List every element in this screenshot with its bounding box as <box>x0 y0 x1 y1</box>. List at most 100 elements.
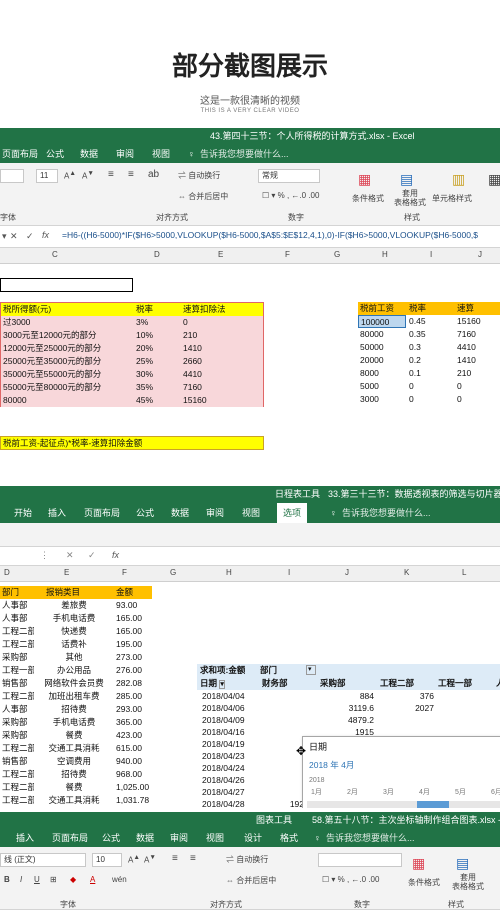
tax-cell[interactable]: 3% <box>134 316 181 329</box>
expense-cell[interactable]: 人事部 <box>0 599 34 612</box>
salary-cell[interactable]: 100000 <box>358 315 406 328</box>
align-top-icon[interactable]: ≡ <box>172 853 178 864</box>
cond-format-button[interactable]: 条件格式 <box>352 193 384 204</box>
tab-review[interactable]: 审阅 <box>206 503 224 523</box>
cell-style-button[interactable]: 单元格样式 <box>432 193 472 204</box>
col-header[interactable]: E <box>64 568 69 577</box>
tab-page-layout[interactable]: 页面布局 <box>2 145 38 163</box>
expense-cell[interactable]: 销售部 <box>0 677 34 690</box>
expense-cell[interactable]: 办公用品 <box>36 664 110 677</box>
font-name-box[interactable] <box>0 169 24 183</box>
tab-insert[interactable]: 插入 <box>16 829 34 847</box>
tax-header-cell[interactable]: 税所得额(元) <box>1 303 133 316</box>
italic-icon[interactable]: I <box>20 875 22 884</box>
tab-data[interactable]: 数据 <box>80 145 98 163</box>
expense-cell[interactable]: 差旅费 <box>36 599 110 612</box>
pivot-dept-header[interactable]: 财务部 <box>260 677 288 690</box>
align-top-icon[interactable]: ≡ <box>108 169 114 180</box>
tax-cell[interactable]: 过3000 <box>1 316 133 329</box>
salary-cell[interactable]: 4410 <box>455 341 500 354</box>
expense-cell[interactable]: 工程二部 <box>0 794 34 807</box>
grow-font-icon[interactable]: A▲ <box>64 170 76 181</box>
col-header[interactable]: K <box>404 568 409 577</box>
number-format-select[interactable]: 常规 <box>258 169 320 183</box>
salary-cell[interactable]: 80000 <box>358 328 406 341</box>
expense-cell[interactable]: 940.00 <box>114 755 152 768</box>
timeline-month-label[interactable]: 3月 <box>381 787 394 800</box>
timeline-slicer[interactable]: 日期 2018 年 4月 2018 1月 2月 3月 4月 5月 6月 <box>302 736 500 808</box>
expense-cell[interactable]: 968.00 <box>114 768 152 781</box>
tax-cell[interactable]: 55000元至80000元的部分 <box>1 381 133 394</box>
close-icon[interactable]: ✕ <box>66 550 74 561</box>
tax-cell[interactable]: 0 <box>181 316 261 329</box>
border-icon[interactable]: ⊞ <box>50 875 57 884</box>
tell-me-input[interactable]: 告诉我您想要做什么... <box>326 829 415 847</box>
table-format-button[interactable]: 套用 表格格式 <box>452 873 484 891</box>
pivot-row-label[interactable]: 日期 ▾ <box>198 677 225 690</box>
expense-cell[interactable]: 手机电话费 <box>36 716 110 729</box>
expense-cell[interactable]: 加班出租车费 <box>36 690 110 703</box>
expense-cell[interactable]: 工程二部 <box>0 742 34 755</box>
phonetic-icon[interactable]: wén <box>112 875 127 884</box>
col-header[interactable]: I <box>430 250 432 259</box>
filter-dropdown-icon[interactable]: ▾ <box>219 680 225 689</box>
tax-cell[interactable]: 7160 <box>181 381 261 394</box>
expense-cell[interactable]: 采购部 <box>0 716 34 729</box>
salary-header-cell[interactable]: 速算 <box>455 302 500 315</box>
col-header[interactable]: D <box>154 250 160 259</box>
tax-cell[interactable]: 210 <box>181 329 261 342</box>
tab-format[interactable]: 格式 <box>280 829 298 847</box>
expense-cell[interactable]: 其他 <box>36 651 110 664</box>
expense-cell[interactable]: 1,031.78 <box>114 794 152 807</box>
font-color-icon[interactable]: A <box>90 875 95 884</box>
salary-header-cell[interactable]: 税前工资 <box>358 302 406 315</box>
expense-cell[interactable]: 采购部 <box>0 651 34 664</box>
close-icon[interactable]: ✕ <box>10 231 18 242</box>
tab-view[interactable]: 视图 <box>152 145 170 163</box>
expense-cell[interactable]: 销售部 <box>0 755 34 768</box>
expense-cell[interactable]: 615.00 <box>114 742 152 755</box>
salary-cell[interactable]: 20000 <box>358 354 406 367</box>
expense-cell[interactable]: 餐费 <box>36 729 110 742</box>
merge-center-button[interactable]: ⇔ 合并后居中 <box>226 875 276 886</box>
pivot-col-label[interactable]: 部门 <box>258 664 277 677</box>
expense-cell[interactable]: 工程二部 <box>0 781 34 794</box>
timeline-month-label[interactable]: 6月 <box>489 787 500 800</box>
col-header[interactable]: J <box>478 250 482 259</box>
empty-bordered-cell[interactable] <box>0 278 133 292</box>
tab-data[interactable]: 数据 <box>136 829 154 847</box>
cond-format-button[interactable]: 条件格式 <box>408 877 440 888</box>
insert-cells-icon[interactable]: ▦ <box>488 171 500 188</box>
salary-cell[interactable]: 15160 <box>455 315 500 328</box>
expense-header-cell[interactable]: 金额 <box>114 586 152 599</box>
col-header[interactable]: G <box>170 568 176 577</box>
expense-cell[interactable]: 工程二部 <box>0 768 34 781</box>
salary-cell[interactable]: 1410 <box>455 354 500 367</box>
expense-cell[interactable]: 165.00 <box>114 612 152 625</box>
col-header[interactable]: E <box>218 250 223 259</box>
salary-cell[interactable]: 210 <box>455 367 500 380</box>
tax-cell[interactable]: 35000元至55000元的部分 <box>1 368 133 381</box>
check-icon[interactable]: ✓ <box>26 231 34 242</box>
salary-cell[interactable]: 5000 <box>358 380 406 393</box>
expense-cell[interactable]: 快递费 <box>36 625 110 638</box>
tab-formulas[interactable]: 公式 <box>136 503 154 523</box>
tab-design[interactable]: 设计 <box>244 829 262 847</box>
salary-cell[interactable]: 0.35 <box>407 328 454 341</box>
salary-cell[interactable]: 0.2 <box>407 354 454 367</box>
tab-view[interactable]: 视图 <box>206 829 224 847</box>
col-header[interactable]: J <box>345 568 349 577</box>
tax-cell[interactable]: 80000 <box>1 394 133 407</box>
expense-cell[interactable]: 273.00 <box>114 651 152 664</box>
orientation-icon[interactable]: ab <box>148 169 159 180</box>
expense-header-cell[interactable]: 部门 <box>0 586 34 599</box>
expense-cell[interactable]: 话费补 <box>36 638 110 651</box>
wrap-text-button[interactable]: ⇌ 自动换行 <box>178 170 220 181</box>
tax-cell[interactable]: 1410 <box>181 342 261 355</box>
tax-cell[interactable]: 12000元至25000元的部分 <box>1 342 133 355</box>
font-name-box[interactable]: 线 (正文) <box>0 853 86 867</box>
tab-data[interactable]: 数据 <box>171 503 189 523</box>
expense-cell[interactable]: 1,025.00 <box>114 781 152 794</box>
number-format-select[interactable] <box>318 853 402 867</box>
tab-page-layout[interactable]: 页面布局 <box>84 503 120 523</box>
